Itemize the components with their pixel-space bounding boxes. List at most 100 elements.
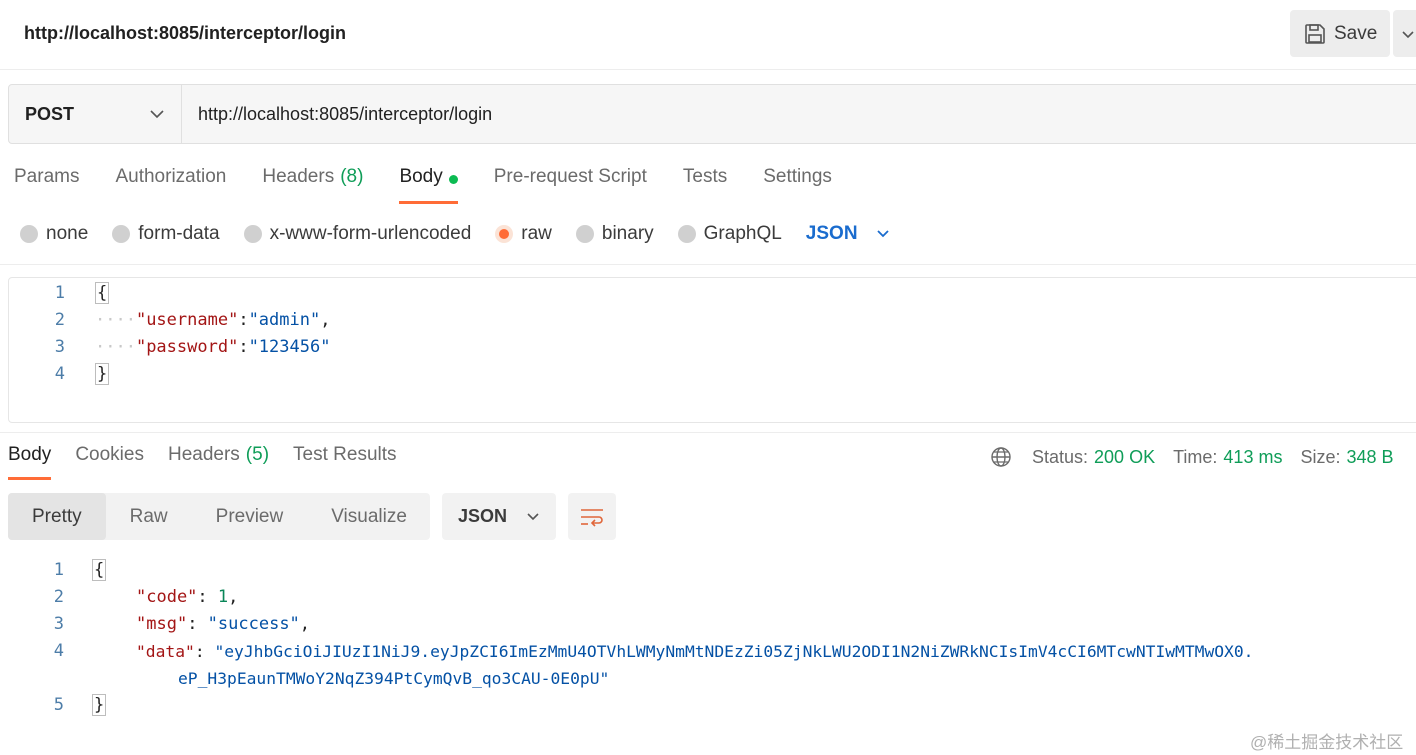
wrap-text-icon <box>581 508 603 527</box>
chevron-down-icon <box>527 512 539 520</box>
radio-graphql[interactable]: GraphQL <box>677 223 782 245</box>
wrap-lines-button[interactable] <box>568 493 616 540</box>
response-tab-test-results[interactable]: Test Results <box>293 444 396 480</box>
request-tabs: Params Authorization Headers (8) Body Pre… <box>14 166 868 206</box>
tab-label: Test Results <box>293 444 397 465</box>
save-options-button[interactable] <box>1393 10 1416 57</box>
radio-label: form-data <box>138 223 220 244</box>
response-tab-headers[interactable]: Headers (5) <box>168 444 269 480</box>
open-brace: { <box>95 282 110 304</box>
body-type-options: none form-data x-www-form-urlencoded raw… <box>20 222 890 246</box>
tab-label: Headers <box>167 444 240 465</box>
tab-params[interactable]: Params <box>14 166 79 204</box>
tab-label: Authorization <box>115 166 227 187</box>
line-number: 5 <box>53 695 64 715</box>
size-label: Size: <box>1300 446 1341 467</box>
tab-label: Body <box>399 166 443 187</box>
tab-headers[interactable]: Headers (8) <box>262 166 363 204</box>
radio-circle <box>112 225 131 243</box>
tab-label: Tests <box>682 166 728 187</box>
body-format-select[interactable]: JSON <box>806 223 890 245</box>
tab-settings[interactable]: Settings <box>763 166 832 204</box>
time-value[interactable]: 413 ms <box>1223 447 1282 468</box>
json-value: "eyJhbGciOiJIUzI1NiJ9.eyJpZCI6ImEzMmU4OT… <box>214 642 1254 661</box>
radio-circle <box>677 225 696 243</box>
json-value: "123456" <box>248 337 331 357</box>
json-value: 1 <box>217 587 229 607</box>
tab-label: Headers <box>262 166 335 187</box>
radio-x-www-form-urlencoded[interactable]: x-www-form-urlencoded <box>243 223 472 245</box>
view-pretty-button[interactable]: Pretty <box>8 493 106 540</box>
tab-tests[interactable]: Tests <box>683 166 727 204</box>
request-title[interactable]: http://localhost:8085/interceptor/login <box>24 23 346 44</box>
line-number: 2 <box>53 587 64 607</box>
response-tab-body[interactable]: Body <box>8 444 52 480</box>
url-input[interactable]: http://localhost:8085/interceptor/login <box>182 85 1416 143</box>
code-line: ····"username":"admin", <box>95 310 331 330</box>
tab-body[interactable]: Body <box>399 166 459 204</box>
line-number: 1 <box>53 560 64 580</box>
line-number: 1 <box>54 283 65 303</box>
save-label: Save <box>1334 22 1378 44</box>
code-line: "msg": "success", <box>136 614 311 634</box>
close-brace: } <box>92 694 107 716</box>
code-line: "code": 1, <box>136 587 239 607</box>
line-number: 3 <box>54 337 65 357</box>
radio-label: x-www-form-urlencoded <box>269 223 472 244</box>
save-button[interactable]: Save <box>1290 10 1390 57</box>
response-format-label: JSON <box>458 506 508 526</box>
line-number: 4 <box>53 641 64 661</box>
headers-count: (5) <box>245 444 270 465</box>
tab-authorization[interactable]: Authorization <box>115 166 226 204</box>
body-indicator-dot <box>448 175 458 184</box>
headers-count: (8) <box>340 166 364 187</box>
radio-none[interactable]: none <box>20 223 88 245</box>
response-tab-cookies[interactable]: Cookies <box>75 444 144 480</box>
radio-label: GraphQL <box>703 223 782 244</box>
status-label: Status: <box>1032 446 1089 467</box>
tab-label: Params <box>14 166 80 187</box>
chevron-down-icon <box>150 110 164 119</box>
code-line: eP_H3pEaunTMWoY2NqZ394PtCymQvB_qo3CAU-0E… <box>178 665 609 692</box>
globe-icon[interactable] <box>990 446 1012 468</box>
json-key: "msg" <box>136 614 188 634</box>
view-preview-button[interactable]: Preview <box>192 493 308 540</box>
view-raw-button[interactable]: Raw <box>106 493 192 540</box>
size-value[interactable]: 348 B <box>1346 447 1393 468</box>
json-key: "username" <box>135 310 239 330</box>
radio-circle <box>20 225 38 243</box>
body-format-label: JSON <box>805 223 858 244</box>
json-key: "code" <box>136 587 198 607</box>
code-line: } <box>92 692 107 719</box>
response-format-select[interactable]: JSON <box>442 493 556 540</box>
radio-circle-selected <box>495 225 514 243</box>
tab-label: Body <box>8 444 52 465</box>
divider <box>0 432 1416 433</box>
chevron-down-icon <box>876 230 889 238</box>
chevron-down-icon <box>1402 30 1414 38</box>
radio-circle <box>243 225 262 243</box>
open-brace: { <box>92 559 107 581</box>
url-bar: POST http://localhost:8085/interceptor/l… <box>8 84 1416 144</box>
radio-label: binary <box>601 223 654 244</box>
request-body-editor[interactable]: 1 2 3 4 { ····"username":"admin", ····"p… <box>8 277 1416 423</box>
time-label: Time: <box>1173 446 1218 467</box>
tab-label: Pre-request Script <box>493 166 647 187</box>
indent-guide: ···· <box>95 310 136 330</box>
radio-raw[interactable]: raw <box>495 223 552 245</box>
close-brace: } <box>95 363 110 385</box>
method-select[interactable]: POST <box>9 85 182 143</box>
tab-pre-request-script[interactable]: Pre-request Script <box>494 166 647 204</box>
radio-binary[interactable]: binary <box>575 223 654 245</box>
status-value[interactable]: 200 OK <box>1094 447 1155 468</box>
code-line: { <box>92 557 107 584</box>
json-value: "admin" <box>248 310 321 330</box>
radio-form-data[interactable]: form-data <box>112 223 220 245</box>
code-line: "data": "eyJhbGciOiJIUzI1NiJ9.eyJpZCI6Im… <box>136 642 1254 661</box>
response-status: Status: 200 OK Time: 413 ms Size: 348 B <box>990 444 1412 470</box>
view-visualize-button[interactable]: Visualize <box>307 493 431 540</box>
divider <box>0 264 1416 265</box>
json-value-continued: eP_H3pEaunTMWoY2NqZ394PtCymQvB_qo3CAU-0E… <box>178 669 610 688</box>
line-number: 4 <box>54 364 65 384</box>
code-line: { <box>95 280 110 307</box>
